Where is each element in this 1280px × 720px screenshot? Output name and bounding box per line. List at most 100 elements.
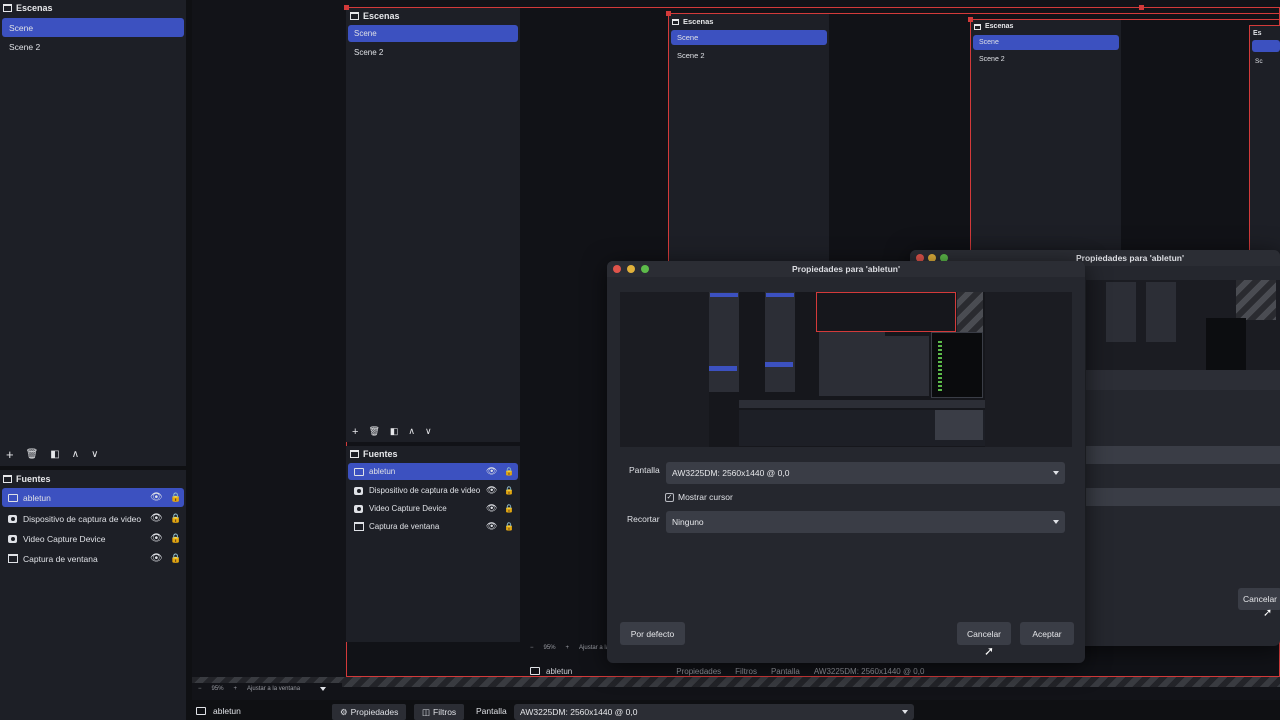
display-icon bbox=[8, 493, 18, 502]
bg-preview-panel bbox=[1146, 282, 1176, 342]
lock-icon[interactable]: 🔒 bbox=[170, 513, 181, 524]
properties-button[interactable]: ⚙ Propiedades bbox=[332, 704, 407, 720]
source-label: Video Capture Device bbox=[23, 533, 106, 544]
scene-filters-button[interactable]: ◧ bbox=[50, 449, 59, 460]
background-dialog-preview bbox=[1086, 280, 1280, 390]
scenes-dock: Escenas Scene Scene 2 + 🗑 ◧ ∧ ∨ bbox=[0, 0, 186, 466]
checkbox-checked-icon[interactable]: ✓ bbox=[665, 492, 674, 502]
lock-icon[interactable]: 🔒 bbox=[170, 553, 181, 564]
nested-zoom-plus: + bbox=[565, 645, 570, 651]
nested-scene-item: Scene bbox=[348, 25, 518, 42]
move-down-button[interactable]: ∨ bbox=[91, 449, 98, 460]
source-item-abletun[interactable]: abletun 👁 🔒 bbox=[2, 488, 184, 507]
eye-icon[interactable]: 👁 bbox=[150, 492, 163, 503]
camera-icon bbox=[8, 514, 17, 523]
zoom-out-button[interactable]: − bbox=[198, 686, 202, 692]
nested-source-label: Dispositivo de captura de video bbox=[369, 486, 481, 495]
background-dialog-title: Propiedades para 'abletun' bbox=[1076, 253, 1184, 263]
source-label: abletun bbox=[23, 492, 51, 503]
window-icon bbox=[354, 522, 364, 531]
scene-item-scene-2[interactable]: Scene 2 bbox=[2, 38, 184, 56]
screen-select[interactable]: AW3225DM: 2560x1440 @ 0,0 bbox=[514, 704, 914, 720]
bottom-status-bar: abletun ⚙ Propiedades ◫ Filtros Pantalla… bbox=[186, 704, 1280, 720]
nested-scenes-dock-3: Escenas Scene Scene 2 bbox=[971, 20, 1121, 260]
nested-toolbar: + 🗑 ◧ ∧ ∨ bbox=[352, 426, 432, 438]
accept-button[interactable]: Aceptar bbox=[1020, 622, 1074, 645]
scene-item-scene[interactable]: Scene bbox=[2, 18, 184, 37]
source-label: Captura de ventana bbox=[23, 553, 98, 564]
defaults-button[interactable]: Por defecto bbox=[620, 622, 685, 645]
remove-scene-button[interactable]: 🗑 bbox=[26, 449, 39, 460]
nested-source-label: abletun bbox=[369, 467, 396, 476]
camera-icon bbox=[354, 486, 363, 495]
chevron-down-icon bbox=[1053, 520, 1059, 524]
nested3-title: Escenas bbox=[974, 23, 1013, 30]
preview-outline bbox=[816, 292, 956, 332]
nested-zoom-value: 95% bbox=[543, 645, 556, 651]
nested4-title: Es bbox=[1253, 30, 1262, 37]
zoom-value: 95% bbox=[211, 686, 224, 692]
nested-scenes-dock-1: Escenas Scene Scene 2 + 🗑 ◧ ∧ ∨ bbox=[346, 8, 520, 442]
nested3-scene-item: Scene 2 bbox=[973, 52, 1119, 66]
minimize-icon[interactable] bbox=[627, 265, 635, 273]
preview-scenes-panel bbox=[709, 292, 739, 392]
lock-icon: 🔒 bbox=[504, 522, 514, 531]
screen-label-text: Pantalla bbox=[476, 706, 507, 716]
add-scene-button[interactable]: + bbox=[6, 448, 14, 461]
nested-down-icon: ∨ bbox=[424, 426, 432, 436]
nested-source-item: Captura de ventana 👁 🔒 bbox=[348, 518, 518, 535]
lock-icon[interactable]: 🔒 bbox=[170, 533, 181, 544]
lock-icon: 🔒 bbox=[504, 467, 514, 476]
cursor-icon: ➚ bbox=[984, 644, 995, 658]
zoom-bar: − 95% + Ajustar a la ventana bbox=[192, 683, 342, 695]
nested-scenes-dock-2: Escenas Scene Scene 2 bbox=[669, 14, 829, 264]
camera-icon bbox=[354, 504, 363, 513]
nested-source-item: abletun 👁 🔒 bbox=[348, 463, 518, 480]
crop-field-label: Recortar bbox=[627, 514, 660, 524]
transform-handle bbox=[666, 11, 671, 16]
nested-scenes-title-text: Escenas bbox=[363, 11, 400, 21]
move-up-button[interactable]: ∧ bbox=[72, 449, 79, 460]
bg-preview-hatch bbox=[1236, 280, 1276, 320]
chevron-down-icon[interactable] bbox=[320, 687, 326, 691]
nested-status-filters: Filtros bbox=[735, 666, 757, 676]
fit-to-window-label[interactable]: Ajustar a la ventana bbox=[247, 686, 300, 692]
nested-remove-icon: 🗑 bbox=[368, 426, 380, 436]
source-item-capture-device[interactable]: Dispositivo de captura de video 👁 🔒 bbox=[2, 509, 184, 528]
crop-dropdown[interactable]: Ninguno bbox=[666, 511, 1065, 533]
eye-icon: 👁 bbox=[486, 521, 498, 531]
source-item-window-capture[interactable]: Captura de ventana 👁 🔒 bbox=[2, 549, 184, 568]
eye-icon[interactable]: 👁 bbox=[150, 553, 163, 564]
eye-icon[interactable]: 👁 bbox=[150, 513, 163, 524]
preview-status bbox=[739, 400, 985, 408]
close-icon[interactable] bbox=[613, 265, 621, 273]
zoom-in-button[interactable]: + bbox=[234, 686, 238, 692]
nested3-scene-label: Scene bbox=[979, 39, 999, 46]
bg-preview-panel bbox=[1086, 370, 1280, 390]
crop-dropdown-value: Ninguno bbox=[672, 517, 704, 527]
display-icon bbox=[196, 707, 206, 715]
scene-label: Scene bbox=[9, 22, 34, 33]
show-cursor-label: Mostrar cursor bbox=[678, 492, 733, 502]
lock-icon[interactable]: 🔒 bbox=[170, 492, 181, 503]
nested2-scene-label: Scene 2 bbox=[677, 50, 705, 60]
eye-icon: 👁 bbox=[486, 466, 498, 476]
dock-icon bbox=[3, 4, 12, 12]
scene-label: Scene 2 bbox=[9, 42, 41, 52]
cancel-button[interactable]: Cancelar bbox=[957, 622, 1011, 645]
maximize-icon[interactable] bbox=[641, 265, 649, 273]
filters-button[interactable]: ◫ Filtros bbox=[414, 704, 465, 720]
nested2-title-text: Escenas bbox=[683, 17, 714, 26]
show-cursor-checkbox[interactable]: ✓ Mostrar cursor bbox=[665, 492, 733, 502]
screen-dropdown[interactable]: AW3225DM: 2560x1440 @ 0,0 bbox=[666, 462, 1065, 484]
nested2-title: Escenas bbox=[672, 17, 713, 26]
nested2-scene-label: Scene bbox=[677, 33, 699, 42]
eye-icon[interactable]: 👁 bbox=[150, 533, 163, 544]
scenes-dock-title: Escenas bbox=[3, 3, 53, 13]
window-icon bbox=[8, 554, 18, 563]
nested3-scene-item: Scene bbox=[973, 35, 1119, 50]
preview-dark-window bbox=[931, 332, 983, 398]
nested-scene-item: Scene 2 bbox=[348, 44, 518, 60]
source-item-video-capture[interactable]: Video Capture Device 👁 🔒 bbox=[2, 529, 184, 548]
background-cancel-button: Cancelar bbox=[1238, 588, 1280, 610]
